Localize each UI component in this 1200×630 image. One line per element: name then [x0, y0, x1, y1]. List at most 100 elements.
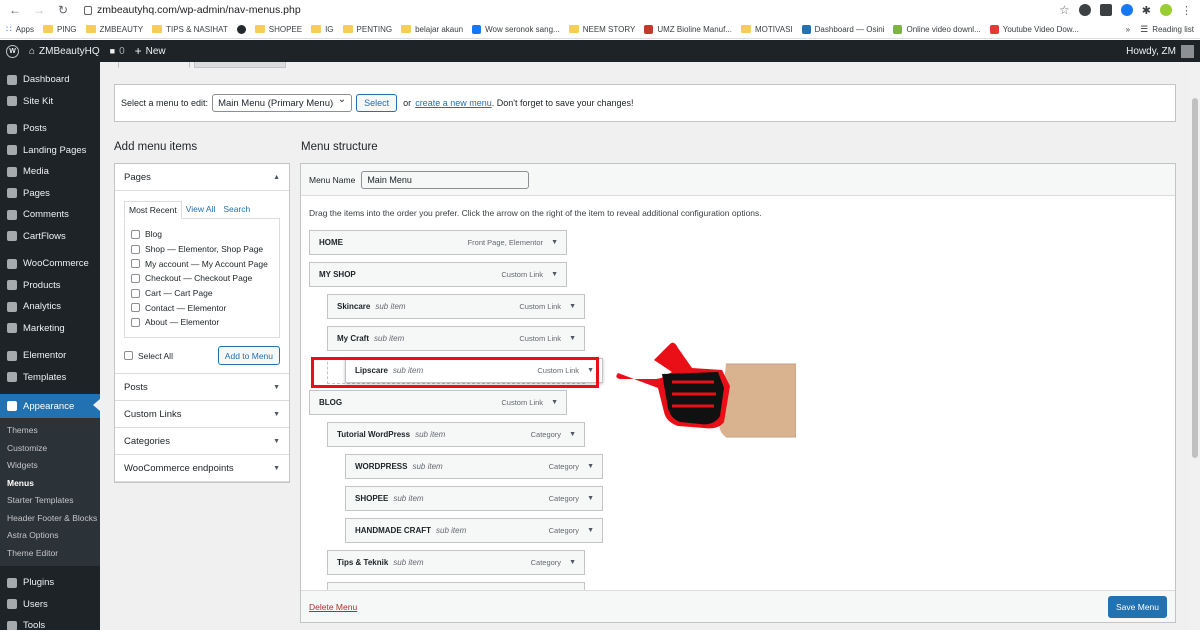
sidebar-item-plugins[interactable]: Plugins: [0, 572, 100, 594]
star-icon[interactable]: ☆: [1059, 3, 1070, 17]
sidebar-item-posts[interactable]: Posts: [0, 118, 100, 140]
accordion-section-header[interactable]: WooCommerce endpoints ▼: [115, 455, 289, 482]
tab-view-all[interactable]: View All: [182, 201, 220, 219]
menu-item[interactable]: Skincare sub item Custom Link ▼: [327, 294, 585, 319]
create-new-menu-link[interactable]: create a new menu: [415, 98, 492, 108]
bookmark-item[interactable]: UMZ Bioline Manuf...: [644, 24, 732, 34]
accordion-section-header[interactable]: Categories ▼: [115, 428, 289, 455]
page-scrollbar[interactable]: [1190, 62, 1200, 630]
add-to-menu-button[interactable]: Add to Menu: [217, 346, 280, 365]
sidebar-item-appearance[interactable]: Appearance: [0, 394, 100, 418]
bookmark-item[interactable]: MOTIVASI: [741, 25, 793, 34]
sidebar-item-media[interactable]: Media: [0, 161, 100, 183]
menu-item[interactable]: BLOG Custom Link ▼: [309, 390, 567, 415]
menu-item[interactable]: Tutorial WordPress sub item Category ▼: [327, 422, 585, 447]
page-checklist-item[interactable]: Cart — Cart Page: [131, 286, 273, 301]
sidebar-item-comments[interactable]: Comments: [0, 204, 100, 226]
bookmark-item[interactable]: TIPS & NASIHAT: [152, 25, 228, 34]
profile-avatar[interactable]: [1160, 4, 1172, 16]
expand-arrow-icon[interactable]: ▼: [551, 239, 558, 246]
bookmark-item[interactable]: [236, 24, 246, 34]
bookmark-item[interactable]: Youtube Video Dow...: [989, 24, 1079, 34]
menu-item[interactable]: Tips & Teknik sub item Category ▼: [327, 550, 585, 575]
menu-name-input[interactable]: Main Menu: [361, 170, 530, 189]
expand-arrow-icon[interactable]: ▼: [587, 495, 594, 502]
save-menu-button[interactable]: Save Menu: [1108, 596, 1167, 618]
facebook-extension-icon[interactable]: [1120, 4, 1133, 16]
extension-icon[interactable]: [1099, 4, 1112, 16]
submenu-item[interactable]: Widgets: [0, 457, 100, 475]
submenu-item[interactable]: Menus: [0, 475, 100, 493]
delete-menu-link[interactable]: Delete Menu: [309, 602, 357, 612]
sidebar-item-site-kit[interactable]: Site Kit: [0, 91, 100, 113]
submenu-item[interactable]: Astra Options: [0, 527, 100, 545]
expand-arrow-icon[interactable]: ▼: [569, 559, 576, 566]
sidebar-item-landing-pages[interactable]: Landing Pages: [0, 140, 100, 162]
bookmark-item[interactable]: PING: [42, 25, 77, 34]
sidebar-item-analytics[interactable]: Analytics: [0, 296, 100, 318]
submenu-item[interactable]: Themes: [0, 422, 100, 440]
bookmark-item[interactable]: ∷ Apps: [6, 24, 34, 35]
expand-arrow-icon[interactable]: ▼: [587, 463, 594, 470]
sidebar-item-users[interactable]: Users: [0, 594, 100, 616]
more-bookmarks-button[interactable]: »: [1126, 25, 1130, 34]
sidebar-item-tools[interactable]: Tools: [0, 615, 100, 630]
reading-list-button[interactable]: ☰ Reading list: [1140, 24, 1194, 35]
page-checkbox[interactable]: [131, 303, 140, 313]
page-checkbox[interactable]: [131, 317, 140, 327]
sidebar-item-pages[interactable]: Pages: [0, 183, 100, 205]
bookmark-item[interactable]: IG: [311, 25, 334, 34]
back-icon[interactable]: ←: [8, 3, 22, 17]
sidebar-item-marketing[interactable]: Marketing: [0, 318, 100, 340]
accordion-section-header[interactable]: Posts ▼: [115, 374, 289, 401]
sidebar-item-products[interactable]: Products: [0, 275, 100, 297]
bookmark-item[interactable]: Online video downl...: [893, 24, 981, 34]
page-checklist-item[interactable]: Blog: [131, 227, 273, 242]
menu-item[interactable]: My Craft sub item Custom Link ▼: [327, 326, 585, 351]
submenu-item[interactable]: Header Footer & Blocks: [0, 510, 100, 528]
forward-icon[interactable]: →: [32, 3, 46, 17]
submenu-item[interactable]: Theme Editor: [0, 545, 100, 563]
sidebar-item-dashboard[interactable]: Dashboard: [0, 69, 100, 91]
expand-arrow-icon[interactable]: ▼: [569, 335, 576, 342]
scrollbar-thumb[interactable]: [1192, 98, 1198, 458]
accordion-section-header[interactable]: Custom Links ▼: [115, 401, 289, 428]
menu-item[interactable]: HANDMADE CRAFT sub item Category ▼: [345, 518, 603, 543]
page-checklist-item[interactable]: My account — My Account Page: [131, 256, 273, 271]
puzzle-icon[interactable]: ✱: [1142, 4, 1151, 17]
bookmark-item[interactable]: belajar akaun: [401, 25, 463, 34]
sidebar-item-templates[interactable]: Templates: [0, 367, 100, 389]
menu-item[interactable]: SHOPEE sub item Category ▼: [345, 486, 603, 511]
site-name-link[interactable]: ⌂ ZMBeautyHQ: [29, 46, 100, 57]
bookmark-item[interactable]: SHOPEE: [254, 25, 302, 34]
expand-arrow-icon[interactable]: ▼: [569, 431, 576, 438]
page-checkbox[interactable]: [131, 229, 140, 239]
bookmark-item[interactable]: ZMBEAUTY: [85, 25, 143, 34]
menu-select-dropdown[interactable]: Main Menu (Primary Menu): [212, 94, 353, 112]
tab-most-recent[interactable]: Most Recent: [124, 201, 182, 219]
page-checklist-item[interactable]: Contact — Elementor: [131, 300, 273, 315]
submenu-item[interactable]: Starter Templates: [0, 492, 100, 510]
tab-search[interactable]: Search: [219, 201, 254, 219]
url-field[interactable]: zmbeautyhq.com/wp-admin/nav-menus.php: [84, 4, 301, 16]
sidebar-item-cartflows[interactable]: CartFlows: [0, 226, 100, 248]
select-all-control[interactable]: Select All: [124, 351, 173, 361]
submenu-item[interactable]: Customize: [0, 440, 100, 458]
wordpress-logo-icon[interactable]: W: [6, 44, 19, 58]
comments-link[interactable]: ■ 0: [110, 46, 125, 57]
select-all-checkbox[interactable]: [124, 351, 133, 360]
account-menu[interactable]: Howdy, ZM: [1126, 44, 1194, 58]
kebab-menu-icon[interactable]: ⋮: [1181, 4, 1192, 17]
bookmark-item[interactable]: Wow seronok sang...: [472, 24, 560, 34]
expand-arrow-icon[interactable]: ▼: [569, 303, 576, 310]
tab-manage-locations[interactable]: [194, 62, 286, 68]
reload-icon[interactable]: ↻: [56, 3, 70, 17]
page-checklist-item[interactable]: Shop — Elementor, Shop Page: [131, 242, 273, 257]
expand-arrow-icon[interactable]: ▼: [587, 527, 594, 534]
pages-section-header[interactable]: Pages ▲: [115, 164, 289, 191]
page-checkbox[interactable]: [131, 273, 140, 283]
new-content-link[interactable]: + New: [135, 44, 166, 58]
select-button[interactable]: Select: [356, 94, 398, 112]
page-checklist-item[interactable]: Checkout — Checkout Page: [131, 271, 273, 286]
bookmark-item[interactable]: Dashboard — Osini: [801, 24, 884, 34]
